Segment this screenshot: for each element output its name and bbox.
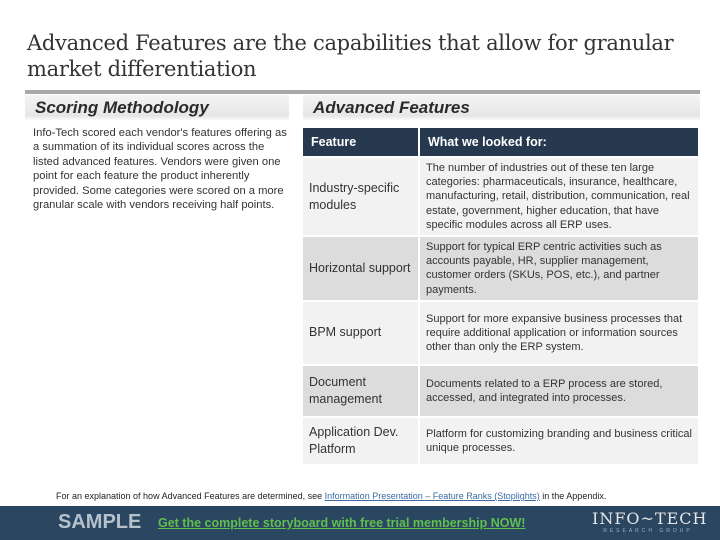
sample-label: SAMPLE xyxy=(58,511,142,533)
bottom-banner: SAMPLE Get the complete storyboard with … xyxy=(0,506,720,540)
logo-wordmark: INFO~TECH xyxy=(592,509,708,528)
feature-description: Documents related to a ERP process are s… xyxy=(420,365,698,416)
title-divider xyxy=(25,90,700,94)
footnote-suffix: in the Appendix. xyxy=(539,491,607,501)
footnote: For an explanation of how Advanced Featu… xyxy=(56,491,606,501)
advanced-features-heading: Advanced Features xyxy=(303,95,700,121)
feature-description: Support for more expansive business proc… xyxy=(420,301,698,364)
feature-name: Horizontal support xyxy=(303,237,418,300)
slide-title: Advanced Features are the capabilities t… xyxy=(27,31,674,81)
feature-name: Industry-specific modules xyxy=(303,158,418,236)
feature-description: The number of industries out of these te… xyxy=(420,158,698,236)
header-what-we-looked-for: What we looked for: xyxy=(420,128,698,156)
logo-tagline: RESEARCH GROUP xyxy=(603,528,693,534)
feature-description: Platform for customizing branding and bu… xyxy=(420,417,698,464)
feature-name: Application Dev. Platform xyxy=(303,417,418,464)
scoring-methodology-heading: Scoring Methodology xyxy=(25,95,289,121)
table-header-row: Feature What we looked for: xyxy=(303,128,698,156)
feature-name: Document management xyxy=(303,365,418,416)
trial-membership-link[interactable]: Get the complete storyboard with free tr… xyxy=(158,516,525,530)
info-tech-logo: INFO~TECH RESEARCH GROUP xyxy=(592,509,708,535)
features-table: Feature What we looked for: Industry-spe… xyxy=(301,126,700,466)
scoring-methodology-text: Info-Tech scored each vendor's features … xyxy=(33,127,287,212)
table-row: Application Dev. Platform Platform for c… xyxy=(303,417,698,464)
table-row: BPM support Support for more expansive b… xyxy=(303,301,698,364)
table-row: Horizontal support Support for typical E… xyxy=(303,237,698,300)
feature-name: BPM support xyxy=(303,301,418,364)
feature-ranks-link[interactable]: Information Presentation – Feature Ranks… xyxy=(325,491,540,501)
footnote-prefix: For an explanation of how Advanced Featu… xyxy=(56,491,325,501)
table-row: Document management Documents related to… xyxy=(303,365,698,416)
table-row: Industry-specific modules The number of … xyxy=(303,158,698,236)
header-feature: Feature xyxy=(303,128,418,156)
feature-description: Support for typical ERP centric activiti… xyxy=(420,237,698,300)
